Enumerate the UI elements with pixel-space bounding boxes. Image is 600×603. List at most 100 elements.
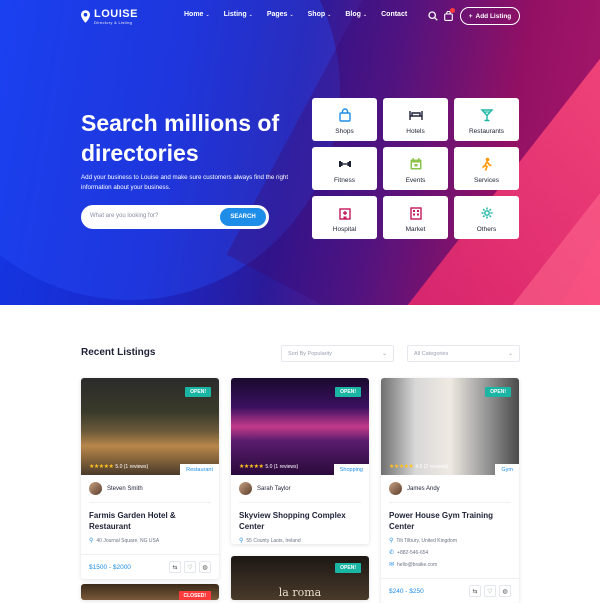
hero-search-bar: What are you looking for? SEARCH [81, 205, 269, 229]
search-input[interactable]: What are you looking for? [90, 213, 158, 219]
star-icon: ★★★★★ [89, 464, 114, 470]
listing-card[interactable]: OPEN! ★★★★★ 5.0 (1 reviews) Shopping Sara… [231, 378, 369, 544]
dumbbell-icon [338, 161, 351, 167]
mail-icon: ✉ [389, 562, 395, 568]
listing-owner[interactable]: James Andy [389, 475, 511, 503]
brand-tagline: Directory & Listing [94, 20, 133, 25]
listing-card[interactable]: OPEN! la roma [231, 556, 369, 600]
brand-name: LOUISE [94, 8, 138, 20]
hero-title: Search millions of directories [81, 110, 280, 166]
chevron-down-icon: ⌄ [205, 12, 210, 18]
category-tag[interactable]: Restaurant [180, 464, 219, 475]
status-badge: CLOSED! [178, 591, 211, 600]
listing-price: $240 - $250 [389, 587, 424, 595]
avatar [389, 482, 402, 495]
category-tag[interactable]: Shopping [333, 464, 369, 475]
map-pin-icon: ⚲ [89, 538, 94, 544]
status-badge: OPEN! [485, 387, 511, 397]
cocktail-icon [479, 109, 494, 122]
status-badge: OPEN! [335, 387, 361, 397]
globe-icon[interactable]: ◍ [199, 561, 211, 573]
listing-title[interactable]: Power House Gym Training Center [389, 510, 511, 532]
sort-select[interactable]: Sort By Popularity ⌄ [281, 345, 394, 362]
chevron-down-icon: ⌄ [327, 12, 332, 18]
nav-item-pages[interactable]: Pages ⌄ [267, 11, 294, 18]
listing-owner[interactable]: Sarah Taylor [239, 475, 361, 503]
listing-image[interactable]: CLOSED! [81, 584, 219, 600]
category-select[interactable]: All Categories ⌄ [407, 345, 520, 362]
listing-card[interactable]: OPEN! ★★★★★ 5.0 (1 reviews) Restaurant St… [81, 378, 219, 579]
nav-item-listing[interactable]: Listing ⌄ [224, 11, 253, 18]
chevron-down-icon: ⌄ [362, 12, 368, 18]
nav-item-home[interactable]: Home ⌄ [184, 11, 210, 18]
chevron-down-icon: ⌄ [248, 12, 253, 18]
listing-phone[interactable]: ✆ +882-546-654 [389, 549, 511, 557]
rating: ★★★★★ 5.0 (1 reviews) [89, 463, 149, 471]
listing-card[interactable]: OPEN! ★★★★★ 4.5 (2 reviews) Gym James And… [381, 378, 519, 603]
listing-address: ⚲ 55 County Laois, Ireland [239, 537, 301, 545]
listing-address: ⚲ 40 Journal Square, NG USA [89, 537, 160, 545]
category-tile-market[interactable]: Market [383, 196, 448, 239]
heart-icon[interactable]: ♡ [484, 585, 496, 597]
listing-card[interactable]: CLOSED! [81, 584, 219, 600]
status-badge: OPEN! [185, 387, 211, 397]
market-icon [409, 207, 422, 220]
nav-item-shop[interactable]: Shop ⌄ [308, 11, 332, 18]
listing-image[interactable]: OPEN! ★★★★★ 5.0 (1 reviews) Restaurant [81, 378, 219, 475]
chevron-down-icon: ⌄ [289, 12, 294, 18]
star-icon: ★★★★★ [239, 464, 264, 470]
category-tile-fitness[interactable]: Fitness [312, 147, 377, 190]
listing-image[interactable]: OPEN! la roma [231, 556, 369, 600]
search-button[interactable]: SEARCH [220, 208, 266, 226]
top-navbar: LOUISE Directory & Listing Home ⌄ Listing ⌄… [0, 0, 600, 34]
rating: ★★★★★ 5.0 (1 reviews) [239, 463, 299, 471]
section-title: Recent Listings [81, 347, 156, 358]
globe-icon[interactable]: ◍ [499, 585, 511, 597]
listing-email[interactable]: ✉ hello@braike.com [389, 561, 511, 569]
category-grid: Shops Hotels Restaurants Fitness Events Servi… [312, 98, 520, 240]
listing-image[interactable]: OPEN! ★★★★★ 5.0 (1 reviews) Shopping [231, 378, 369, 475]
brand-logo[interactable]: LOUISE Directory & Listing [81, 9, 138, 26]
listing-title[interactable]: Farmis Garden Hotel & Restaurant [89, 510, 211, 532]
hero-subtitle: Add your business to Louise and make sur… [81, 174, 289, 191]
add-listing-button[interactable]: + Add Listing [460, 7, 520, 25]
category-tile-services[interactable]: Services [454, 147, 519, 190]
avatar [89, 482, 102, 495]
category-tile-hospital[interactable]: Hospital [312, 196, 377, 239]
compare-icon[interactable]: ⇆ [469, 585, 481, 597]
plus-icon: + [468, 12, 473, 20]
phone-icon: ✆ [389, 550, 395, 556]
gear-icon [481, 207, 492, 219]
category-tag[interactable]: Gym [495, 464, 519, 475]
bed-icon [408, 111, 423, 120]
category-tile-shops[interactable]: Shops [312, 98, 377, 141]
listing-footer: $1500 - $2000 ⇆ ♡ ◍ [81, 554, 219, 579]
category-tile-restaurants[interactable]: Restaurants [454, 98, 519, 141]
avatar [239, 482, 252, 495]
chevron-down-icon: ⌄ [381, 351, 387, 357]
worker-icon [481, 157, 492, 171]
map-pin-icon [81, 10, 90, 23]
map-pin-icon: ⚲ [239, 538, 244, 544]
calendar-icon [410, 158, 421, 170]
nav-item-contact[interactable]: Contact [381, 11, 407, 18]
listing-price: $1500 - $2000 [89, 563, 131, 571]
listing-owner[interactable]: Steven Smith [89, 475, 211, 503]
bag-icon [338, 108, 351, 122]
nav-item-blog[interactable]: Blog ⌄ [345, 11, 367, 18]
search-icon[interactable] [428, 11, 438, 21]
map-pin-icon: ⚲ [389, 538, 394, 544]
category-tile-hotels[interactable]: Hotels [383, 98, 448, 141]
listing-title[interactable]: Skyview Shopping Complex Center [239, 510, 361, 532]
heart-icon[interactable]: ♡ [184, 561, 196, 573]
category-tile-others[interactable]: Others [454, 196, 519, 239]
rating: ★★★★★ 4.5 (2 reviews) [389, 463, 449, 471]
compare-icon[interactable]: ⇆ [169, 561, 181, 573]
listing-image[interactable]: OPEN! ★★★★★ 4.5 (2 reviews) Gym [381, 378, 519, 475]
status-badge: OPEN! [335, 563, 361, 573]
cart-badge [450, 8, 455, 13]
chevron-down-icon: ⌄ [507, 351, 513, 357]
hospital-icon [338, 208, 351, 220]
category-tile-events[interactable]: Events [383, 147, 448, 190]
listing-footer: $240 - $250 ⇆ ♡ ◍ [381, 578, 519, 603]
